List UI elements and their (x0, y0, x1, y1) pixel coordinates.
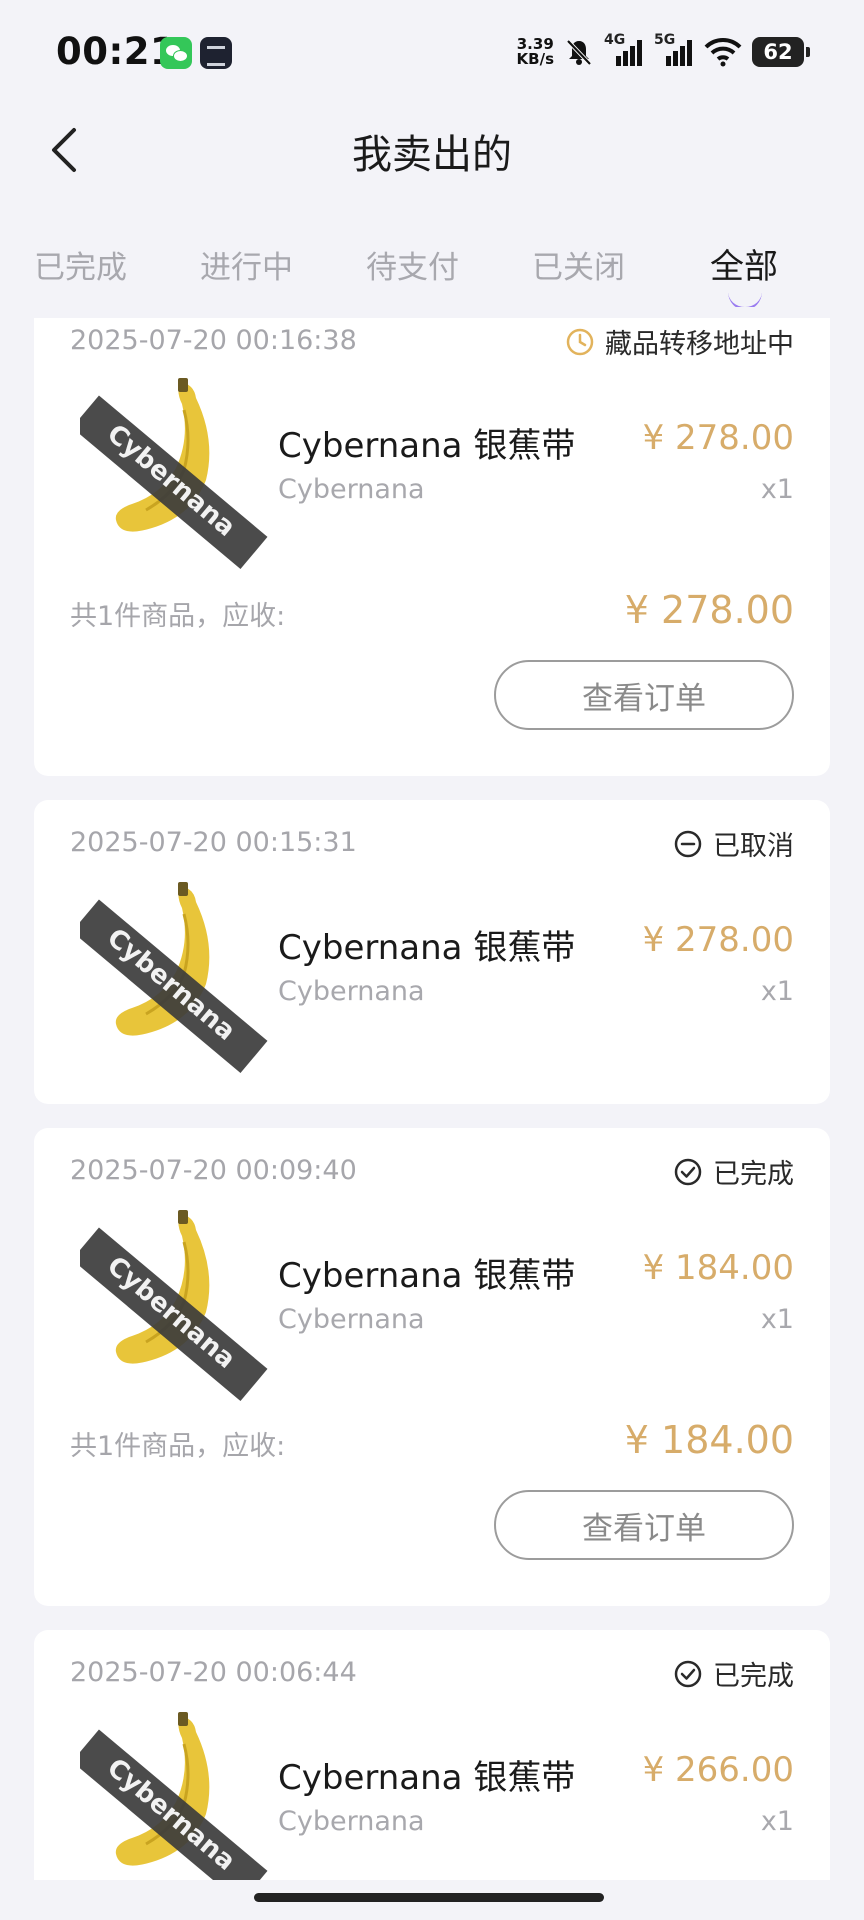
order-time: 2025-07-20 00:06:44 (70, 1657, 357, 1688)
network-speed: 3.39 KB/s (517, 37, 554, 67)
banana-thumbnail[interactable]: Cybernana (80, 874, 280, 1074)
order-card[interactable]: 2025-07-20 00:09:40 已完成 Cybernana Cybern… (34, 1128, 830, 1606)
tab-pending-payment[interactable]: 待支付 (366, 242, 459, 287)
banana-thumbnail[interactable]: Cybernana (80, 1704, 280, 1880)
banana-thumbnail[interactable]: Cybernana (80, 370, 280, 570)
item-name: Cybernana 银蕉带 (278, 1256, 576, 1296)
tab-completed[interactable]: 已完成 (34, 242, 127, 287)
header: 我卖出的 (0, 104, 864, 194)
minus-circle-icon (674, 830, 702, 857)
tab-in-progress[interactable]: 进行中 (200, 242, 293, 287)
item-brand: Cybernana (278, 474, 425, 505)
view-order-button[interactable]: 查看订单 (494, 1490, 794, 1560)
order-status-label: 已完成 (713, 1159, 794, 1190)
order-list[interactable]: 2025-07-20 00:16:38 藏品转移地址中 Cybernana Cy… (0, 318, 864, 1880)
tab-closed[interactable]: 已关闭 (532, 242, 625, 287)
item-name: Cybernana 银蕉带 (278, 928, 576, 968)
item-price: ¥ 266.00 (642, 1750, 794, 1790)
status-bar: 00:21 3.39 KB/s 4G 5G 62 (0, 0, 864, 104)
item-name: Cybernana 银蕉带 (278, 1758, 576, 1798)
total-label: 共1件商品，应收: (70, 1431, 286, 1462)
order-status: 已完成 (673, 1152, 794, 1191)
item-brand: Cybernana (278, 1304, 425, 1335)
network-speed-unit: KB/s (516, 50, 554, 68)
home-indicator[interactable] (254, 1893, 604, 1902)
check-circle-icon (674, 1660, 702, 1687)
item-price: ¥ 278.00 (642, 418, 794, 458)
item-quantity: x1 (760, 474, 794, 505)
status-indicators: 3.39 KB/s 4G 5G 62 (517, 32, 810, 72)
order-status-label: 已完成 (713, 1661, 794, 1692)
order-status-label: 已取消 (713, 831, 794, 862)
item-name: Cybernana 银蕉带 (278, 426, 576, 466)
total-price: ¥ 184.00 (624, 1418, 794, 1462)
order-time: 2025-07-20 00:15:31 (70, 827, 357, 858)
tab-all[interactable]: 全部 (710, 239, 778, 288)
order-status: 已取消 (673, 824, 794, 863)
signal-5g-icon: 5G (654, 32, 694, 68)
order-card[interactable]: 2025-07-20 00:15:31 已取消 Cybernana Cybern… (34, 800, 830, 1104)
order-status: 藏品转移地址中 (565, 322, 794, 361)
bell-muted-icon (566, 39, 592, 66)
item-brand: Cybernana (278, 976, 425, 1007)
order-status-label: 藏品转移地址中 (605, 329, 794, 360)
page-title: 我卖出的 (352, 132, 512, 178)
order-status: 已完成 (673, 1654, 794, 1693)
app-icon (200, 37, 232, 69)
item-price: ¥ 184.00 (642, 1248, 794, 1288)
order-time: 2025-07-20 00:09:40 (70, 1155, 357, 1186)
item-quantity: x1 (760, 1304, 794, 1335)
wechat-icon (160, 37, 192, 69)
status-time: 00:21 (56, 30, 177, 73)
item-brand: Cybernana (278, 1806, 425, 1837)
order-card[interactable]: 2025-07-20 00:16:38 藏品转移地址中 Cybernana Cy… (34, 318, 830, 776)
clock-icon (566, 328, 594, 355)
total-label: 共1件商品，应收: (70, 601, 286, 632)
signal-4g-icon: 4G (604, 32, 644, 68)
wifi-icon (704, 37, 742, 67)
check-circle-icon (674, 1158, 702, 1185)
banana-thumbnail[interactable]: Cybernana (80, 1202, 280, 1402)
tab-active-indicator (728, 293, 762, 307)
view-order-button[interactable]: 查看订单 (494, 660, 794, 730)
order-time: 2025-07-20 00:16:38 (70, 325, 357, 356)
total-price: ¥ 278.00 (624, 588, 794, 632)
item-price: ¥ 278.00 (642, 920, 794, 960)
order-card[interactable]: 2025-07-20 00:06:44 已完成 Cybernana Cybern… (34, 1630, 830, 1880)
battery-icon: 62 (752, 37, 810, 67)
item-quantity: x1 (760, 976, 794, 1007)
item-quantity: x1 (760, 1806, 794, 1837)
